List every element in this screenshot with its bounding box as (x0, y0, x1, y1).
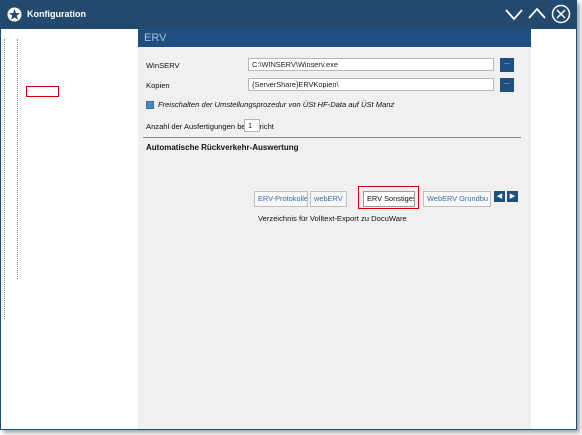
ausfertigungen-field[interactable]: 1 (244, 119, 260, 132)
window-title: Konfiguration (27, 9, 86, 19)
auswertung-title: Automatische Rückverkehr-Auswertung (146, 143, 299, 152)
main-panel: ERV WinSERV C:\WINSERV\Winserv.exe ... K… (138, 29, 531, 429)
section-header: ERV (138, 29, 531, 47)
expand-chevron-icon[interactable] (527, 4, 547, 24)
erv-highlight-box (26, 86, 59, 97)
kopien-path-field[interactable]: {ServerShare}ERVKopien\ (248, 78, 494, 91)
winserv-browse-button[interactable]: ... (500, 58, 514, 72)
tab-erv-protokolle[interactable]: ERV-Protokolle (254, 191, 308, 207)
winserv-path-field[interactable]: C:\WINSERV\Winserv.exe (248, 58, 494, 71)
close-window-icon[interactable] (551, 4, 571, 24)
app-logo-icon (7, 7, 22, 22)
collapse-chevron-icon[interactable] (504, 4, 524, 24)
tab-highlight-box (358, 186, 419, 209)
docuware-label: Verzeichnis für Volltext-Export zu DocuW… (258, 214, 407, 223)
section-separator (143, 137, 521, 138)
configuration-window: Konfiguration ERV WinSERV C:\WINSERV\Win… (0, 0, 577, 430)
section-header-title: ERV (144, 32, 167, 44)
kopien-label: Kopien (146, 81, 170, 90)
tab-weberv[interactable]: webERV (310, 191, 347, 207)
freischalten-checkbox[interactable] (146, 101, 154, 109)
tab-weberv-grundbuch[interactable]: WebERV Grundbu (423, 191, 491, 207)
title-bar: Konfiguration (1, 1, 576, 29)
tab-scroll-left-icon[interactable]: ◀ (494, 191, 505, 202)
settings-tree (1, 29, 137, 429)
freischalten-label: Freischalten der Umstellungsprozedur von… (158, 100, 395, 109)
winserv-label: WinSERV (146, 61, 180, 70)
kopien-browse-button[interactable]: ... (500, 78, 514, 92)
tab-scroll-right-icon[interactable]: ▶ (507, 191, 518, 202)
